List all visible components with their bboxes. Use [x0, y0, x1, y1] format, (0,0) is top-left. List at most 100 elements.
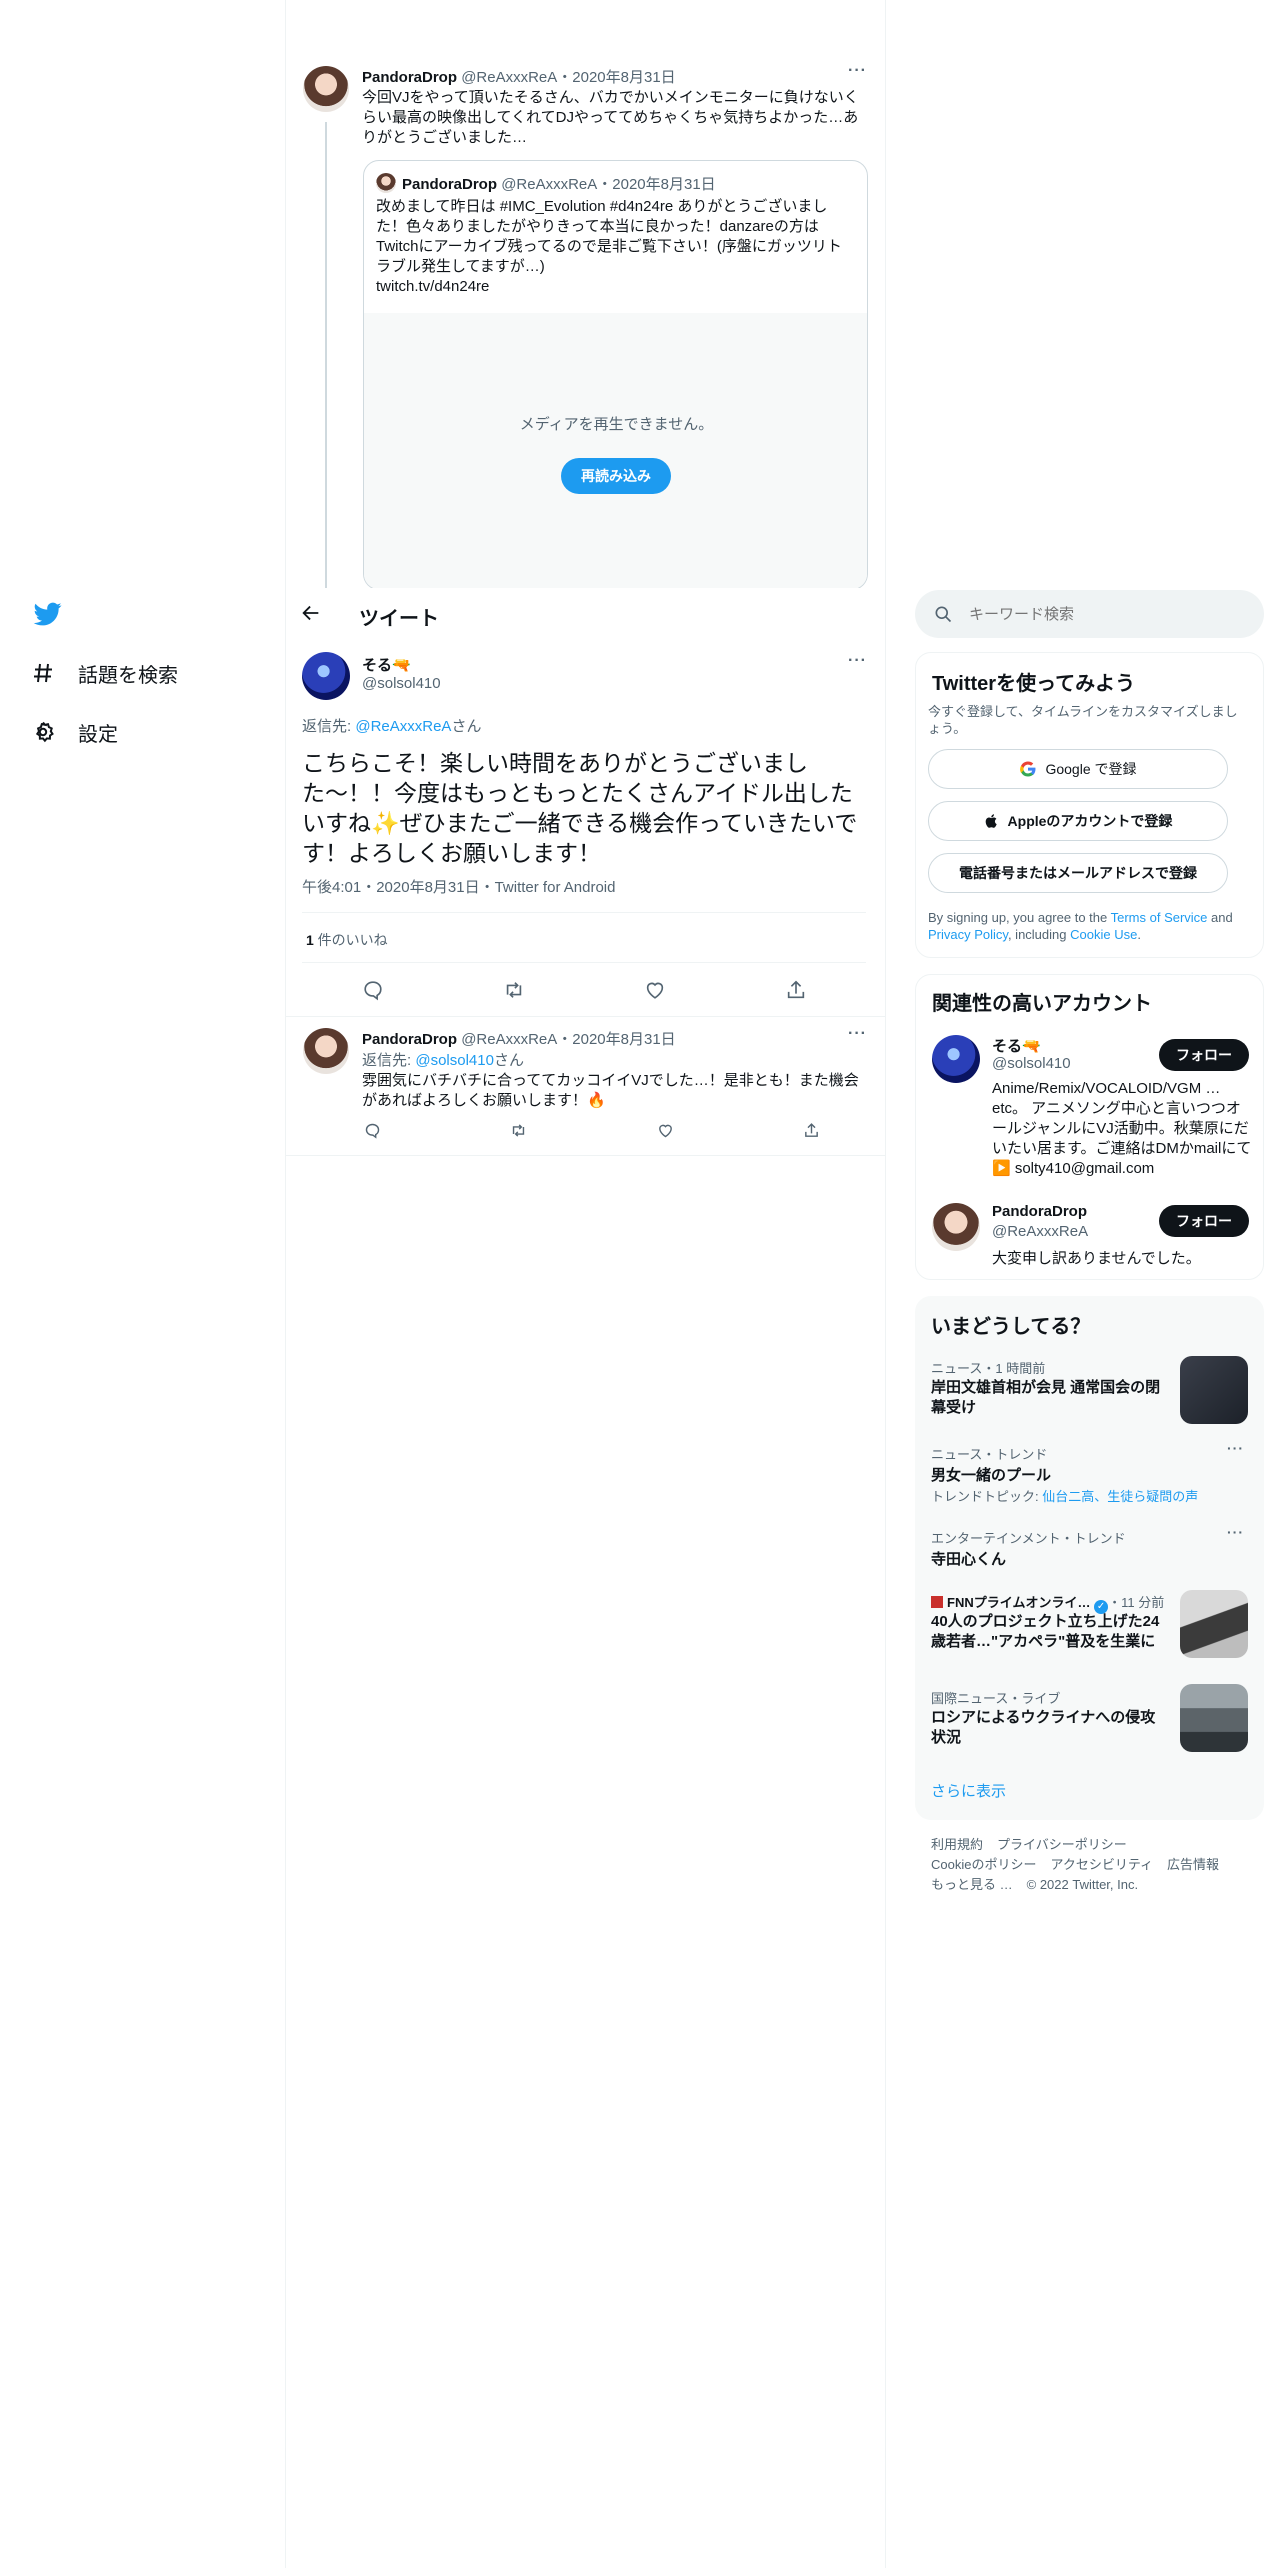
terms-link[interactable]: Terms of Service — [1111, 910, 1208, 925]
more-icon[interactable]: ··· — [1227, 1524, 1244, 1540]
author-handle[interactable]: @ReAxxxReA — [461, 1031, 557, 1048]
like-icon[interactable] — [655, 1120, 675, 1140]
reply-to-link[interactable]: @solsol410 — [415, 1052, 494, 1069]
author-name-row[interactable]: そる🔫 — [362, 654, 411, 675]
author-name[interactable]: PandoraDrop — [362, 1031, 457, 1048]
reply-context: 返信先: @solsol410さん — [362, 1049, 524, 1070]
trend-meta: 国際ニュース・ライブ — [931, 1691, 1061, 1706]
reply-icon[interactable] — [357, 974, 389, 1006]
footer-links-row1: 利用規約 プライバシーポリシー — [931, 1834, 1141, 1853]
reload-button[interactable]: 再読み込み — [561, 458, 671, 494]
share-icon[interactable] — [802, 1120, 822, 1140]
reply-suffix: さん — [493, 1052, 524, 1069]
privacy-link[interactable]: Privacy Policy — [928, 927, 1008, 942]
account-name[interactable]: PandoraDrop — [992, 1203, 1087, 1220]
footer-link[interactable]: アクセシビリティ — [1050, 1857, 1153, 1872]
trends-card: いまどうしてる？ ニュース・1 時間前 岸田文雄首相が会見 通常国会の閉幕受け … — [915, 1296, 1264, 1820]
reply-context: 返信先: @ReAxxxReAさん — [302, 715, 481, 736]
avatar[interactable] — [303, 1028, 349, 1074]
more-icon[interactable]: ··· — [848, 652, 867, 670]
search-input[interactable] — [969, 602, 1249, 626]
tweet-meta[interactable]: 午後4:01・2020年8月31日・Twitter for Android — [302, 876, 615, 897]
nav-settings[interactable]: 設定 — [30, 710, 118, 754]
trend-item[interactable]: ニュース・トレンド 男女一緒のプール トレンドトピック: 仙台二高、生徒ら疑問の… — [915, 1440, 1264, 1516]
apple-signup-button[interactable]: Appleのアカウントで登録 — [928, 801, 1228, 841]
trend-source: FNNプライムオンライ… — [947, 1595, 1091, 1610]
relevant-accounts-card: 関連性の高いアカウント そる🔫 @solsol410 フォロー Anime/Re… — [915, 974, 1264, 1280]
cookie-link[interactable]: Cookie Use — [1070, 927, 1137, 942]
trend-item[interactable]: ニュース・1 時間前 岸田文雄首相が会見 通常国会の閉幕受け — [915, 1350, 1264, 1434]
quote-date: ・2020年8月31日 — [597, 176, 716, 193]
reply-prefix: 返信先: — [362, 1052, 416, 1069]
phone-email-signup-button[interactable]: 電話番号またはメールアドレスで登録 — [928, 853, 1228, 893]
avatar — [376, 173, 396, 193]
retweet-icon[interactable] — [498, 974, 530, 1006]
trend-item[interactable]: FNNプライムオンライ… ✓ ・11 分前 40人のプロジェクト立ち上げた24歳若… — [915, 1590, 1264, 1676]
avatar[interactable] — [932, 1203, 980, 1251]
more-icon[interactable]: ··· — [848, 1025, 867, 1043]
tweet-header: PandoraDrop @ReAxxxReA・2020年8月31日 — [362, 1028, 676, 1049]
more-icon[interactable]: ··· — [1227, 1440, 1244, 1456]
back-arrow-icon[interactable] — [300, 602, 326, 628]
follow-button[interactable]: フォロー — [1159, 1205, 1249, 1237]
author-handle[interactable]: @ReAxxxReA — [461, 69, 557, 86]
reply-suffix: さん — [451, 718, 482, 735]
likes-summary[interactable]: 1 件のいいね — [306, 930, 388, 950]
trend-image — [1180, 1684, 1248, 1752]
reply-to-link[interactable]: @ReAxxxReA — [355, 718, 451, 735]
hash-icon — [30, 660, 56, 686]
divider — [302, 962, 866, 963]
account-name[interactable]: そる🔫 — [992, 1035, 1041, 1056]
author-handle[interactable]: @solsol410 — [362, 675, 441, 692]
quote-header: PandoraDrop @ReAxxxReA・2020年8月31日 — [402, 173, 716, 194]
twitter-logo-icon[interactable] — [32, 600, 64, 632]
account-handle[interactable]: @solsol410 — [992, 1055, 1071, 1072]
follow-button[interactable]: フォロー — [1159, 1039, 1249, 1071]
quote-text: 改めまして昨日は #IMC_Evolution #d4n24re ありがとうござ… — [376, 198, 842, 275]
like-icon[interactable] — [639, 974, 671, 1006]
footer-link[interactable]: 利用規約 — [931, 1837, 983, 1852]
tweet-date[interactable]: ・2020年8月31日 — [557, 69, 675, 86]
page-title: ツイート — [359, 608, 439, 630]
search-box[interactable] — [915, 590, 1264, 638]
left-column-divider — [285, 0, 286, 2568]
right-column-divider — [885, 0, 886, 2568]
footer-link[interactable]: Cookieのポリシー — [931, 1857, 1036, 1872]
trend-title: 40人のプロジェクト立ち上げた24歳若者…"アカペラ"普及を生業に — [931, 1613, 1160, 1650]
nav-explore[interactable]: 話題を検索 — [30, 651, 178, 695]
divider — [286, 1016, 885, 1017]
quote-tweet[interactable]: PandoraDrop @ReAxxxReA・2020年8月31日 改めまして昨… — [363, 160, 868, 590]
footer-more-link[interactable]: もっと見る … — [931, 1877, 1013, 1892]
share-icon[interactable] — [780, 974, 812, 1006]
google-signup-button[interactable]: Google で登録 — [928, 749, 1228, 789]
avatar[interactable] — [302, 652, 350, 700]
relevant-title: 関連性の高いアカウント — [932, 993, 1152, 1015]
show-more-link[interactable]: さらに表示 — [931, 1780, 1006, 1801]
tweet-text: こちらこそ！楽しい時間をありがとうございました〜！！今度はもっともっとたくさんア… — [302, 750, 858, 866]
trend-meta: ニュース・1 時間前 — [931, 1361, 1046, 1376]
divider — [302, 912, 866, 913]
footer-link[interactable]: プライバシーポリシー — [997, 1837, 1127, 1852]
author-name[interactable]: PandoraDrop — [362, 69, 457, 86]
google-signup-label: Google で登録 — [1045, 761, 1137, 777]
reply-icon[interactable] — [362, 1120, 382, 1140]
avatar[interactable] — [303, 66, 349, 112]
more-icon[interactable]: ··· — [848, 62, 867, 80]
trend-meta: ニュース・トレンド — [931, 1447, 1048, 1462]
trend-item[interactable]: 国際ニュース・ライブ ロシアによるウクライナへの侵攻状況 — [915, 1684, 1264, 1768]
trend-image — [1180, 1590, 1248, 1658]
quote-author-handle: @ReAxxxReA — [501, 176, 598, 193]
footer-link[interactable]: 広告情報 — [1167, 1857, 1219, 1872]
quote-link[interactable]: twitch.tv/d4n24re — [376, 277, 489, 297]
quote-author-name: PandoraDrop — [402, 176, 498, 193]
retweet-icon[interactable] — [509, 1120, 529, 1140]
trend-item[interactable]: エンターテインメント・トレンド 寺田心くん ··· — [915, 1524, 1264, 1578]
nav-explore-label: 話題を検索 — [78, 664, 178, 687]
search-icon — [933, 604, 953, 629]
tweet-date[interactable]: ・2020年8月31日 — [557, 1031, 675, 1048]
trend-source-row: FNNプライムオンライ… ✓ ・11 分前 — [931, 1592, 1164, 1614]
avatar[interactable] — [932, 1035, 980, 1083]
account-handle[interactable]: @ReAxxxReA — [992, 1223, 1088, 1240]
trend-topic-link[interactable]: 仙台二高、生徒ら疑問の声 — [1042, 1489, 1198, 1504]
trends-title: いまどうしてる？ — [931, 1316, 1091, 1338]
